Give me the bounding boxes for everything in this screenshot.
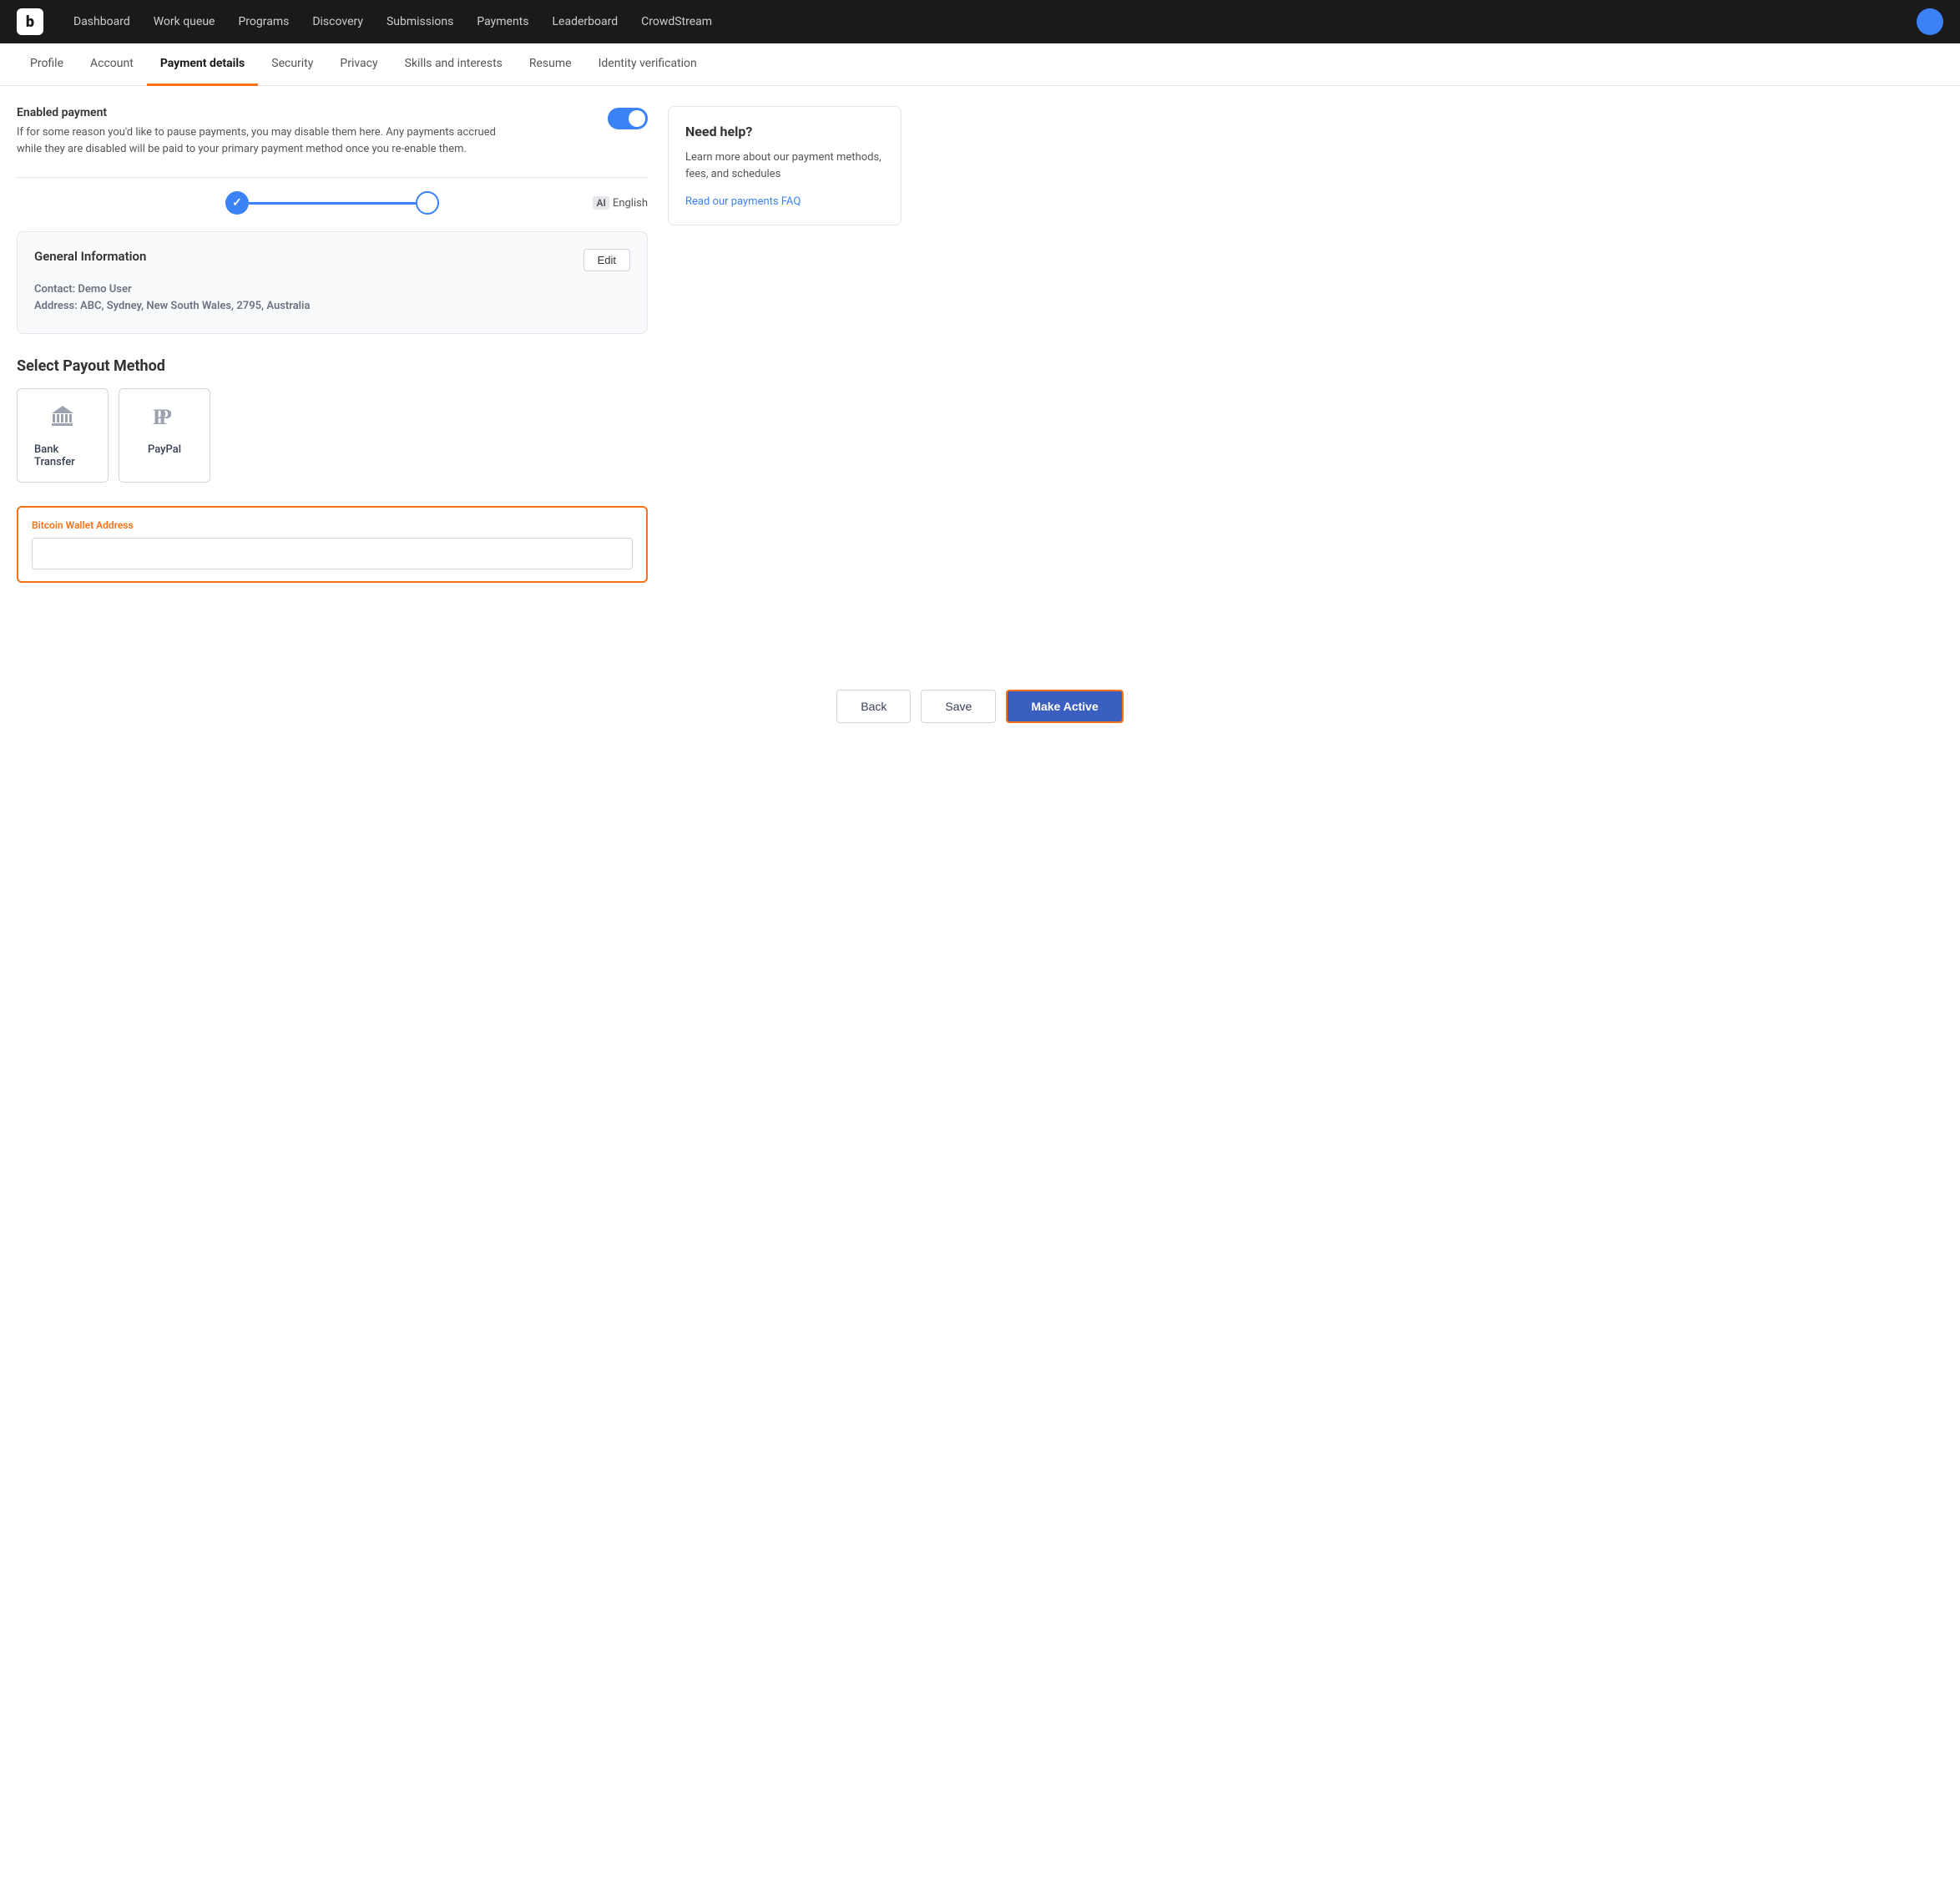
nav-links: Dashboard Work queue Programs Discovery …: [63, 10, 1917, 33]
enabled-payment-section: Enabled payment If for some reason you'd…: [17, 106, 648, 157]
help-title: Need help?: [685, 124, 884, 139]
contact-label: Contact:: [34, 283, 75, 296]
enabled-payment-description: If for some reason you'd like to pause p…: [17, 124, 501, 157]
nav-dashboard[interactable]: Dashboard: [63, 10, 140, 33]
tab-payment-details[interactable]: Payment details: [147, 43, 258, 86]
main-content: Enabled payment If for some reason you'd…: [0, 86, 918, 620]
payout-paypal[interactable]: P P PayPal: [119, 388, 210, 483]
bitcoin-input[interactable]: [32, 538, 633, 569]
contact-field: Contact: Demo User: [34, 283, 630, 296]
right-panel: Need help? Learn more about our payment …: [668, 106, 902, 599]
bitcoin-label: Bitcoin Wallet Address: [32, 519, 633, 531]
divider: [17, 177, 648, 178]
user-avatar[interactable]: [1917, 8, 1943, 35]
enabled-payment-title: Enabled payment: [17, 106, 501, 119]
language-selector[interactable]: AI English: [593, 196, 648, 210]
payout-bank-transfer[interactable]: Bank Transfer: [17, 388, 109, 483]
help-card: Need help? Learn more about our payment …: [668, 106, 902, 225]
paypal-icon: P P: [151, 402, 178, 435]
payout-methods: Bank Transfer P P PayPal: [17, 388, 648, 483]
step-1-filled: [225, 191, 249, 215]
address-value: ABC, Sydney, New South Wales, 2795, Aust…: [80, 300, 310, 312]
tab-account[interactable]: Account: [77, 43, 147, 86]
edit-button[interactable]: Edit: [583, 249, 630, 271]
nav-programs[interactable]: Programs: [228, 10, 299, 33]
contact-value: Demo User: [78, 283, 131, 296]
bank-icon: [49, 402, 76, 435]
nav-leaderboard[interactable]: Leaderboard: [543, 10, 629, 33]
select-payout-title: Select Payout Method: [17, 357, 648, 375]
make-active-button[interactable]: Make Active: [1006, 690, 1123, 723]
tab-skills-interests[interactable]: Skills and interests: [391, 43, 516, 86]
nav-submissions[interactable]: Submissions: [376, 10, 463, 33]
select-payout-section: Select Payout Method: [17, 357, 648, 483]
payment-toggle[interactable]: [608, 108, 648, 129]
general-info-card: General Information Edit Contact: Demo U…: [17, 231, 648, 334]
tab-profile[interactable]: Profile: [17, 43, 77, 86]
general-info-title: General Information: [34, 249, 146, 264]
tab-resume[interactable]: Resume: [516, 43, 585, 86]
bottom-actions: Back Save Make Active: [0, 670, 1960, 743]
step-line: [249, 202, 416, 205]
left-panel: Enabled payment If for some reason you'd…: [17, 106, 648, 599]
language-label: English: [613, 197, 648, 210]
toggle-knob: [629, 110, 645, 127]
address-field: Address: ABC, Sydney, New South Wales, 2…: [34, 300, 630, 312]
stepper-wrapper: AI English: [17, 191, 648, 215]
nav-discovery[interactable]: Discovery: [302, 10, 373, 33]
step-2-empty: [416, 191, 439, 215]
nav-crowdstream[interactable]: CrowdStream: [631, 10, 722, 33]
nav-payments[interactable]: Payments: [467, 10, 538, 33]
bitcoin-field-wrapper: Bitcoin Wallet Address: [17, 506, 648, 583]
stepper: [17, 191, 648, 215]
sub-navigation: Profile Account Payment details Security…: [0, 43, 1960, 86]
help-description: Learn more about our payment methods, fe…: [685, 149, 884, 182]
tab-privacy[interactable]: Privacy: [326, 43, 391, 86]
logo[interactable]: b: [17, 8, 43, 35]
svg-text:P: P: [159, 405, 172, 429]
nav-workqueue[interactable]: Work queue: [144, 10, 225, 33]
lang-icon: AI: [593, 196, 609, 210]
help-faq-link[interactable]: Read our payments FAQ: [685, 195, 801, 208]
bank-transfer-label: Bank Transfer: [34, 443, 91, 468]
save-button[interactable]: Save: [921, 690, 996, 723]
address-label: Address:: [34, 300, 78, 312]
tab-security[interactable]: Security: [258, 43, 326, 86]
tab-identity-verification[interactable]: Identity verification: [585, 43, 710, 86]
paypal-label: PayPal: [148, 443, 181, 456]
top-navigation: b Dashboard Work queue Programs Discover…: [0, 0, 1960, 43]
back-button[interactable]: Back: [836, 690, 911, 723]
